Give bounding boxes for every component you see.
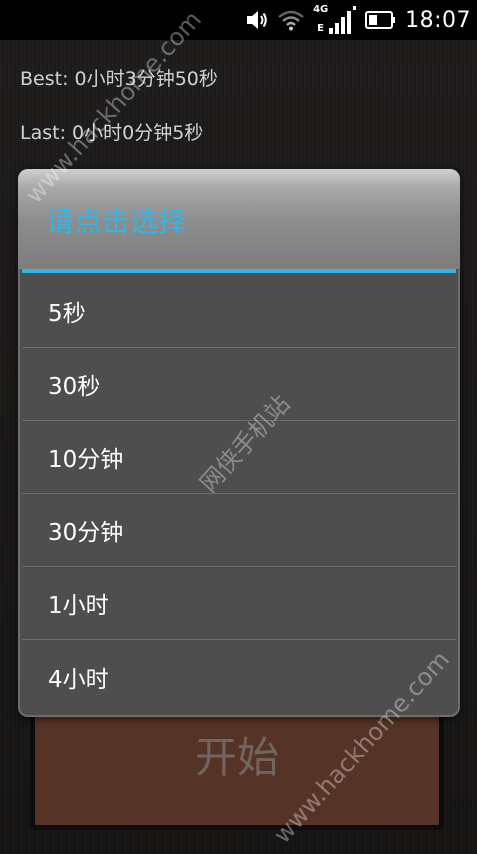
network-sub-label: E bbox=[317, 23, 324, 34]
time-picker-dialog: 请点击选择 5秒 30秒 10分钟 30分钟 1小时 4小时 bbox=[18, 169, 460, 717]
volume-icon bbox=[247, 11, 267, 29]
signal-icon bbox=[329, 6, 357, 34]
battery-icon bbox=[365, 11, 396, 29]
clock: 18:07 bbox=[405, 7, 471, 33]
status-bar: 4G E 18:07 bbox=[0, 0, 477, 40]
signal-indicator: 4G E bbox=[313, 2, 357, 38]
option-list: 5秒 30秒 10分钟 30分钟 1小时 4小时 bbox=[22, 275, 456, 713]
option-4-hours[interactable]: 4小时 bbox=[22, 640, 456, 713]
option-10-minutes[interactable]: 10分钟 bbox=[22, 421, 456, 494]
dialog-title: 请点击选择 bbox=[46, 205, 187, 238]
option-30-minutes[interactable]: 30分钟 bbox=[22, 494, 456, 567]
dialog-divider bbox=[22, 269, 456, 273]
wifi-icon bbox=[278, 10, 304, 31]
option-1-hour[interactable]: 1小时 bbox=[22, 567, 456, 640]
dialog-header: 请点击选择 bbox=[18, 169, 460, 269]
network-type-label: 4G bbox=[313, 4, 329, 15]
status-icons: 4G E 18:07 bbox=[245, 0, 471, 40]
option-30-seconds[interactable]: 30秒 bbox=[22, 348, 456, 421]
option-5-seconds[interactable]: 5秒 bbox=[22, 275, 456, 348]
